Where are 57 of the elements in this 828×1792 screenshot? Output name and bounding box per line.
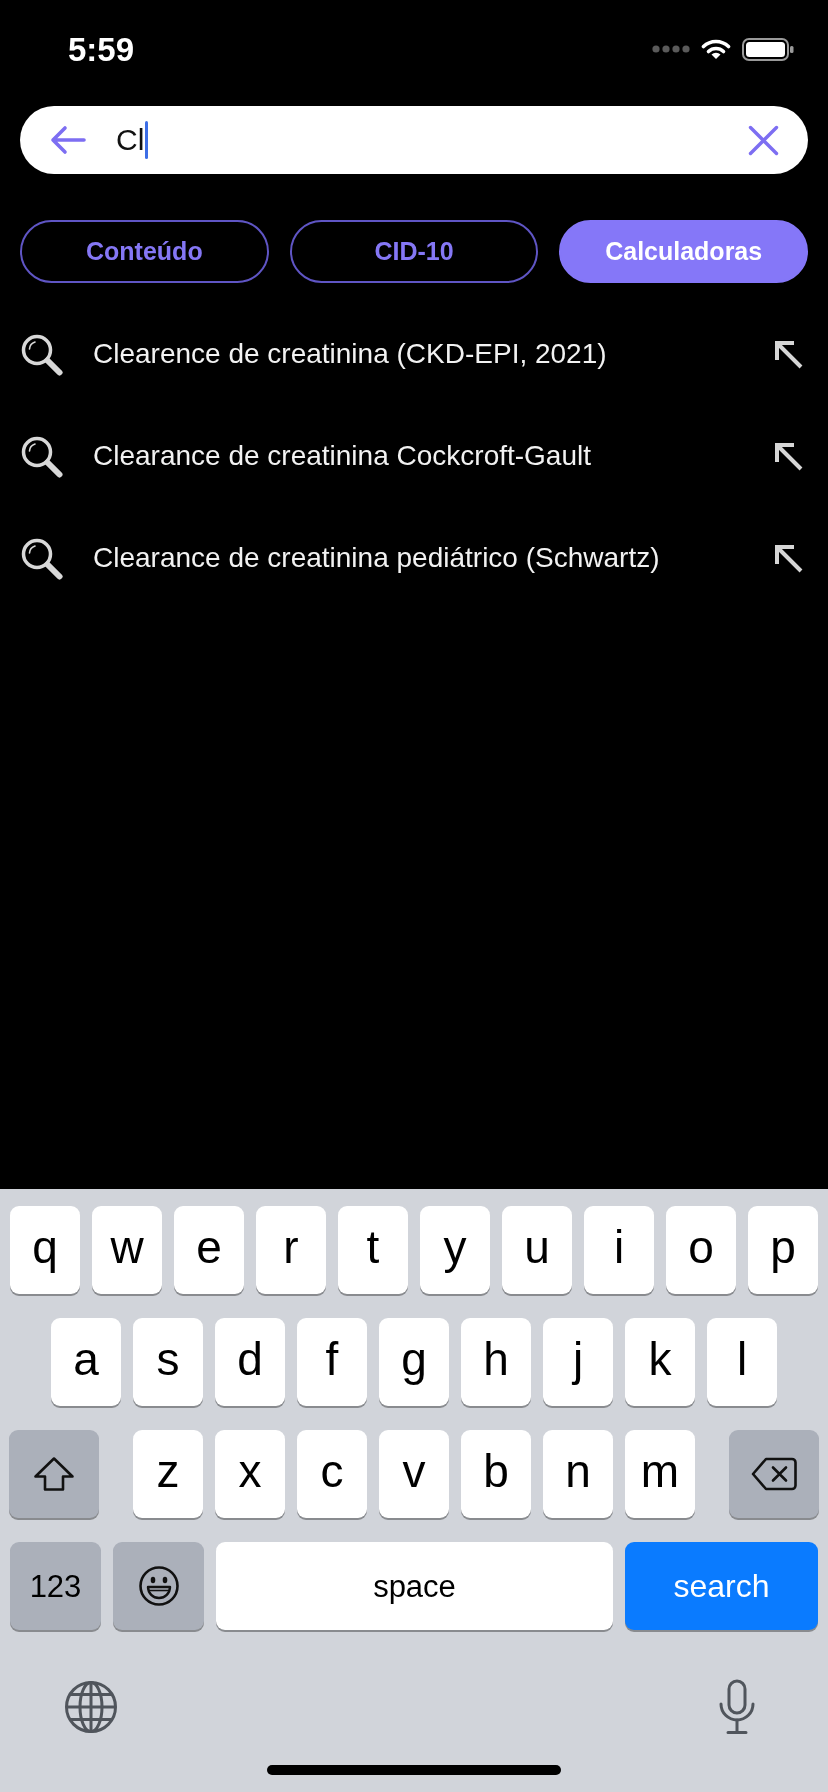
letter-key[interactable]: g: [379, 1318, 449, 1406]
letter-key[interactable]: f: [297, 1318, 367, 1406]
shift-arrow-icon: [33, 1456, 75, 1492]
smiley-face-icon: [137, 1565, 180, 1607]
letter-key[interactable]: w: [92, 1206, 162, 1294]
letter-key[interactable]: z: [133, 1430, 203, 1518]
letter-key[interactable]: i: [584, 1206, 654, 1294]
arrow-up-left-icon[interactable]: [773, 339, 803, 369]
globe-icon[interactable]: [64, 1680, 118, 1734]
space-key[interactable]: space: [216, 1542, 613, 1630]
letter-key[interactable]: b: [461, 1430, 531, 1518]
letter-key[interactable]: q: [10, 1206, 80, 1294]
letter-key[interactable]: u: [502, 1206, 572, 1294]
delete-icon: [751, 1457, 797, 1491]
letter-key[interactable]: h: [461, 1318, 531, 1406]
letter-key[interactable]: o: [666, 1206, 736, 1294]
filter-tab[interactable]: Calculadoras: [559, 220, 808, 283]
suggestion-text[interactable]: Clearance de creatinina pediátrico (Schwartz): [93, 544, 660, 572]
filter-tab[interactable]: CID-10: [289, 220, 539, 283]
suggestion-text[interactable]: Clearance de creatinina Cockcroft-Gault: [93, 442, 591, 470]
letter-key[interactable]: m: [625, 1430, 695, 1518]
numbers-key[interactable]: 123: [10, 1542, 101, 1630]
search-icon: [20, 434, 63, 478]
letter-key[interactable]: c: [297, 1430, 367, 1518]
suggestion-text[interactable]: Clearence de creatinina (CKD-EPI, 2021): [93, 340, 607, 368]
delete-key[interactable]: [729, 1430, 819, 1518]
letter-key[interactable]: l: [707, 1318, 777, 1406]
emoji-key[interactable]: [113, 1542, 204, 1630]
letter-key[interactable]: r: [256, 1206, 326, 1294]
wifi-icon: [701, 38, 731, 60]
signal-dots-icon: [652, 45, 690, 53]
letter-key[interactable]: j: [543, 1318, 613, 1406]
letter-key[interactable]: e: [174, 1206, 244, 1294]
arrow-up-left-icon[interactable]: [773, 543, 803, 573]
filter-tab[interactable]: Conteúdo: [20, 220, 269, 283]
letter-key[interactable]: y: [420, 1206, 490, 1294]
battery-icon: [742, 37, 794, 61]
search-icon: [20, 536, 63, 580]
search-icon: [20, 332, 63, 376]
letter-key[interactable]: v: [379, 1430, 449, 1518]
letter-key[interactable]: p: [748, 1206, 818, 1294]
letter-key[interactable]: x: [215, 1430, 285, 1518]
search-input[interactable]: Cl: [100, 114, 734, 166]
letter-key[interactable]: d: [215, 1318, 285, 1406]
letter-key[interactable]: n: [543, 1430, 613, 1518]
microphone-icon[interactable]: [718, 1679, 756, 1735]
text-cursor-icon: [145, 121, 149, 159]
letter-key[interactable]: s: [133, 1318, 203, 1406]
letter-key[interactable]: k: [625, 1318, 695, 1406]
shift-key[interactable]: [9, 1430, 99, 1518]
letter-key[interactable]: a: [51, 1318, 121, 1406]
letter-key[interactable]: t: [338, 1206, 408, 1294]
back-arrow-icon[interactable]: [49, 125, 86, 155]
arrow-up-left-icon[interactable]: [773, 441, 803, 471]
status-time: 5:59: [68, 32, 135, 66]
search-key[interactable]: search: [625, 1542, 818, 1630]
close-icon[interactable]: [748, 124, 779, 156]
